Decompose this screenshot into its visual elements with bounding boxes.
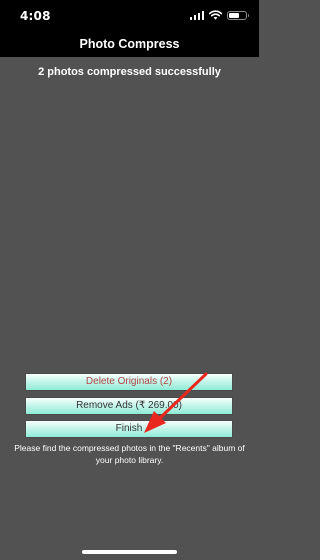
- signal-icon: [189, 10, 204, 20]
- success-message: 2 photos compressed successfully: [38, 66, 221, 78]
- remove-ads-button[interactable]: Remove Ads (₹ 269.00): [25, 397, 233, 415]
- page-title: Photo Compress: [79, 37, 180, 51]
- status-icons: [189, 10, 249, 20]
- delete-originals-button[interactable]: Delete Originals (2): [25, 373, 233, 391]
- status-time: 4:08: [20, 9, 51, 23]
- info-text: Please find the compressed photos in the…: [14, 443, 245, 465]
- battery-icon: [227, 10, 249, 20]
- arrow-annotation: [144, 372, 208, 433]
- finish-button[interactable]: Finish: [25, 420, 233, 438]
- navigation-bar: Photo Compress: [0, 32, 259, 57]
- home-indicator: [82, 550, 177, 554]
- wifi-icon: [209, 10, 222, 20]
- status-bar: 4:08: [0, 0, 259, 32]
